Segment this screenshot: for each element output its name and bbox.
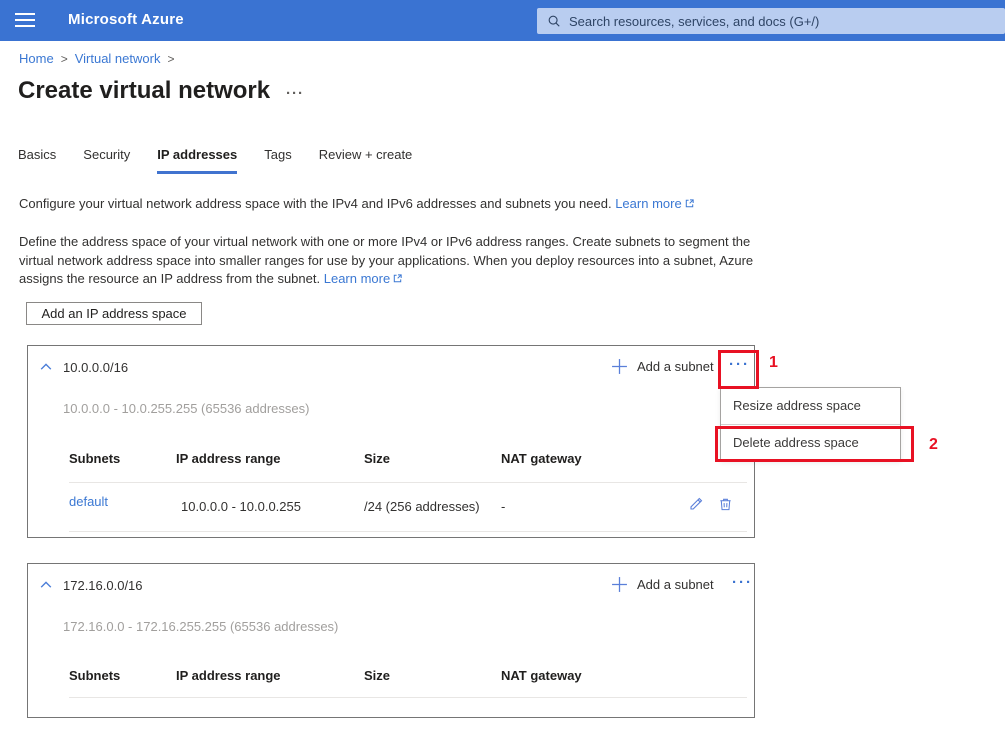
add-subnet-label: Add a subnet: [637, 359, 714, 374]
subnet-name-link[interactable]: default: [69, 494, 108, 509]
subnet-nat-gateway: -: [501, 499, 505, 514]
chevron-up-icon[interactable]: [39, 360, 53, 374]
tab-security[interactable]: Security: [83, 147, 130, 174]
menu-item-resize-address-space[interactable]: Resize address space: [721, 388, 900, 424]
delete-subnet-trash-icon[interactable]: [718, 496, 733, 512]
tab-ip-addresses[interactable]: IP addresses: [157, 147, 237, 174]
annotation-step-number-1: 1: [769, 354, 778, 372]
learn-more-link-2[interactable]: Learn more: [324, 271, 403, 286]
breadcrumb-separator: >: [160, 52, 181, 66]
column-subnets: Subnets: [69, 451, 120, 466]
breadcrumb-home-link[interactable]: Home: [19, 51, 54, 66]
add-subnet-label: Add a subnet: [637, 577, 714, 592]
address-space-range: 10.0.0.0 - 10.0.255.255 (65536 addresses…: [63, 401, 309, 416]
table-divider: [69, 531, 747, 532]
table-divider: [69, 697, 747, 698]
menu-item-delete-address-space[interactable]: Delete address space: [721, 424, 900, 460]
plus-icon: [611, 576, 628, 593]
tab-basics[interactable]: Basics: [18, 147, 56, 174]
tab-tags[interactable]: Tags: [264, 147, 291, 174]
intro-text-1: Configure your virtual network address s…: [19, 196, 612, 211]
column-size: Size: [364, 451, 390, 466]
column-nat-gateway: NAT gateway: [501, 451, 582, 466]
address-space-card-172-16-0-0: 172.16.0.0/16 Add a subnet ··· 172.16.0.…: [27, 563, 755, 718]
chevron-up-icon[interactable]: [39, 578, 53, 592]
column-subnets: Subnets: [69, 668, 120, 683]
azure-top-bar: Microsoft Azure Search resources, servic…: [0, 0, 1005, 41]
external-link-icon: [684, 197, 695, 212]
table-divider: [69, 482, 747, 483]
search-icon: [547, 14, 561, 28]
intro-paragraph-1: Configure your virtual network address s…: [19, 196, 779, 212]
breadcrumb-separator: >: [54, 52, 75, 66]
intro-paragraph-2: Define the address space of your virtual…: [19, 233, 771, 290]
tab-review-create[interactable]: Review + create: [319, 147, 413, 174]
add-ip-address-space-button[interactable]: Add an IP address space: [26, 302, 202, 325]
page-title: Create virtual network: [18, 77, 270, 105]
address-space-cidr: 10.0.0.0/16: [63, 360, 128, 375]
global-search-input[interactable]: Search resources, services, and docs (G+…: [537, 8, 1005, 34]
address-space-card-10-0-0-0: 10.0.0.0/16 Add a subnet ··· 10.0.0.0 - …: [27, 345, 755, 538]
column-ip-range: IP address range: [176, 668, 281, 683]
learn-more-link-1[interactable]: Learn more: [615, 196, 694, 211]
address-space-range: 172.16.0.0 - 172.16.255.255 (65536 addre…: [63, 619, 338, 634]
hamburger-menu-icon[interactable]: [15, 13, 35, 28]
subnet-ip-range: 10.0.0.0 - 10.0.0.255: [181, 499, 301, 514]
address-space-cidr: 172.16.0.0/16: [63, 578, 143, 593]
external-link-icon: [392, 271, 403, 290]
column-size: Size: [364, 668, 390, 683]
annotation-step-number-2: 2: [929, 436, 938, 454]
add-subnet-button[interactable]: Add a subnet: [611, 576, 714, 593]
search-placeholder: Search resources, services, and docs (G+…: [569, 14, 819, 29]
add-subnet-button[interactable]: Add a subnet: [611, 358, 714, 375]
breadcrumb: Home>Virtual network>: [19, 51, 181, 66]
page-more-ellipsis-icon[interactable]: ···: [286, 85, 304, 102]
column-ip-range: IP address range: [176, 451, 281, 466]
address-space-more-ellipsis-icon[interactable]: ···: [729, 356, 750, 373]
address-space-context-menu: Resize address space Delete address spac…: [720, 387, 901, 461]
edit-subnet-pencil-icon[interactable]: [688, 496, 704, 512]
column-nat-gateway: NAT gateway: [501, 668, 582, 683]
product-title: Microsoft Azure: [68, 11, 184, 28]
breadcrumb-virtual-network-link[interactable]: Virtual network: [75, 51, 161, 66]
wizard-tabs: Basics Security IP addresses Tags Review…: [18, 147, 412, 174]
subnet-size: /24 (256 addresses): [364, 499, 480, 514]
plus-icon: [611, 358, 628, 375]
address-space-more-ellipsis-icon[interactable]: ···: [732, 574, 753, 591]
